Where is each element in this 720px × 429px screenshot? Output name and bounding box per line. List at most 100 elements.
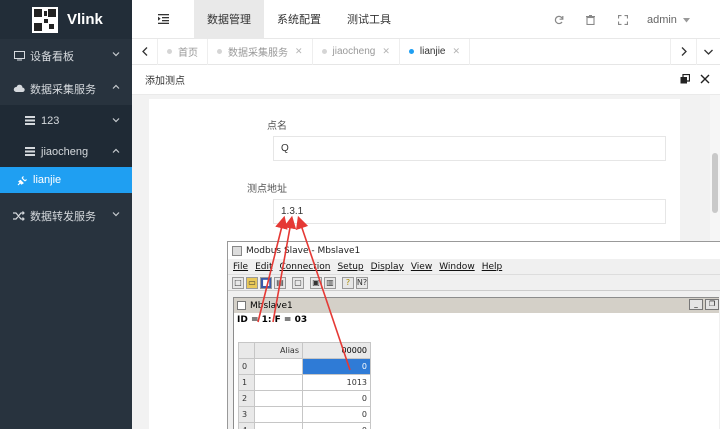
logo[interactable]: Vlink <box>0 0 132 39</box>
row-index: 0 <box>238 358 255 375</box>
mbslave1-child-window: Mbslave1 _ ❐ ID = 1: F = 03 Alias 00000 … <box>233 297 719 429</box>
menu-help[interactable]: Help <box>482 262 503 272</box>
fullscreen-icon <box>617 14 628 25</box>
menu-display[interactable]: Display <box>371 262 404 272</box>
open-folder-icon[interactable]: ▭ <box>246 276 258 289</box>
app-icon <box>232 245 242 256</box>
close-icon[interactable]: ✕ <box>382 46 390 57</box>
fullscreen-button[interactable] <box>607 0 639 39</box>
sidebar-item-label: lianjie <box>33 174 62 186</box>
tab-dot-icon <box>321 49 327 54</box>
sidebar-item-label: 数据采集服务 <box>30 83 96 96</box>
close-icon[interactable]: ✕ <box>452 46 460 57</box>
table-row[interactable]: 3 0 <box>238 406 371 423</box>
chevron-down-icon <box>112 212 120 217</box>
value-cell[interactable]: 1013 <box>302 374 371 391</box>
user-menu[interactable]: admin <box>639 14 720 26</box>
tabs-scroll-right-button[interactable] <box>670 38 696 65</box>
page-tab-label: lianjie <box>419 46 446 57</box>
point-address-label: 测点地址 <box>247 184 287 195</box>
tabs-dropdown-button[interactable] <box>696 38 720 65</box>
user-name: admin <box>646 13 677 26</box>
value-cell[interactable]: 0 <box>302 358 371 375</box>
menu-edit[interactable]: Edit <box>255 262 272 272</box>
sidebar-item-lianjie[interactable]: lianjie <box>0 167 132 193</box>
alias-cell[interactable] <box>254 374 303 391</box>
child-title: Mbslave1 <box>250 300 293 311</box>
page-tab-label: jiaocheng <box>332 46 376 57</box>
sidebar-item-data-collection[interactable]: 数据采集服务 <box>0 72 132 105</box>
menu-toggle-button[interactable] <box>132 0 194 39</box>
corner-cell <box>238 342 255 359</box>
restore-button[interactable]: ❐ <box>705 299 719 310</box>
sidebar-item-jiaocheng[interactable]: jiaocheng <box>0 136 132 167</box>
scrollbar-thumb[interactable] <box>712 153 718 213</box>
refresh-button[interactable] <box>543 0 575 39</box>
table-row[interactable]: 4 0 <box>238 422 371 429</box>
tab-test-tools[interactable]: 测试工具 <box>334 0 404 39</box>
menu-file[interactable]: File <box>233 262 248 272</box>
chevron-up-icon <box>112 84 120 89</box>
tab-data-management[interactable]: 数据管理 <box>194 0 264 39</box>
menu-connection[interactable]: Connection <box>280 262 331 272</box>
row-index: 1 <box>238 374 255 391</box>
tab-dot-icon <box>167 49 172 54</box>
sidebar-item-label: 数据转发服务 <box>30 210 96 223</box>
page-tab-label: 首页 <box>178 48 198 59</box>
sidebar-item-label: jiaocheng <box>41 145 89 158</box>
document-icon <box>237 301 246 310</box>
close-icon[interactable] <box>700 74 710 87</box>
sidebar-submenu: 123 jiaocheng lianjie <box>0 105 132 193</box>
maximize-icon[interactable] <box>680 73 691 87</box>
table-row[interactable]: 1 1013 <box>238 374 371 391</box>
save-icon[interactable]: ■ <box>260 276 272 289</box>
minimize-button[interactable]: _ <box>689 299 703 310</box>
modbus-toolbar: □ ▭ ■ ▤ ▢ ▣ ▥ ? N? <box>228 274 720 291</box>
lock-icon[interactable]: ▥ <box>324 276 336 289</box>
plug-icon <box>16 174 28 186</box>
page-tab-jiaocheng[interactable]: jiaocheng ✕ <box>313 38 400 65</box>
table-row[interactable]: 0 0 <box>238 358 371 375</box>
delete-button[interactable] <box>575 0 607 39</box>
sidebar-item-dashboard[interactable]: 设备看板 <box>0 39 132 72</box>
tab-system-config[interactable]: 系统配置 <box>264 0 334 39</box>
window-icon[interactable]: ▢ <box>292 276 304 289</box>
sidebar-item-data-forwarding[interactable]: 数据转发服务 <box>0 199 132 232</box>
page-tabs: 首页 数据采集服务 ✕ jiaocheng ✕ lianjie ✕ <box>132 38 720 65</box>
point-address-input[interactable]: 1.3.1 <box>273 199 666 224</box>
chevron-right-icon <box>681 47 687 56</box>
page-tab-home[interactable]: 首页 <box>158 38 208 65</box>
modbus-menubar: File Edit Connection Setup Display View … <box>228 259 720 274</box>
help-icon[interactable]: ? <box>342 276 354 289</box>
context-help-icon[interactable]: N? <box>356 276 368 289</box>
close-icon[interactable]: ✕ <box>295 46 303 57</box>
menu-window[interactable]: Window <box>439 262 475 272</box>
menu-view[interactable]: View <box>411 262 432 272</box>
cloud-icon <box>13 83 25 95</box>
sidebar-item-label: 123 <box>41 114 60 127</box>
page-tab-data-collection[interactable]: 数据采集服务 ✕ <box>208 38 313 65</box>
row-index: 4 <box>238 422 255 429</box>
value-cell[interactable]: 0 <box>302 406 371 423</box>
modbus-slave-window: Modbus Slave - Mbslave1 File Edit Connec… <box>227 241 720 429</box>
value-cell[interactable]: 0 <box>302 390 371 407</box>
print-icon[interactable]: ▤ <box>274 276 286 289</box>
menu-setup[interactable]: Setup <box>337 262 363 272</box>
table-row[interactable]: 2 0 <box>238 390 371 407</box>
page-tab-lianjie[interactable]: lianjie ✕ <box>400 38 471 65</box>
dialog-title: 添加测点 <box>145 76 185 87</box>
tabs-scroll-left-button[interactable] <box>132 38 158 65</box>
alias-cell[interactable] <box>254 422 303 429</box>
alias-cell[interactable] <box>254 358 303 375</box>
point-name-input[interactable]: Q <box>273 136 666 161</box>
alias-column-header: Alias <box>254 342 303 359</box>
trash-icon <box>586 14 596 25</box>
modbus-title-bar: Modbus Slave - Mbslave1 <box>228 242 720 259</box>
row-index: 3 <box>238 406 255 423</box>
value-cell[interactable]: 0 <box>302 422 371 429</box>
connect-icon[interactable]: ▣ <box>310 276 322 289</box>
alias-cell[interactable] <box>254 406 303 423</box>
alias-cell[interactable] <box>254 390 303 407</box>
new-file-icon[interactable]: □ <box>232 276 244 289</box>
sidebar-item-123[interactable]: 123 <box>0 105 132 136</box>
